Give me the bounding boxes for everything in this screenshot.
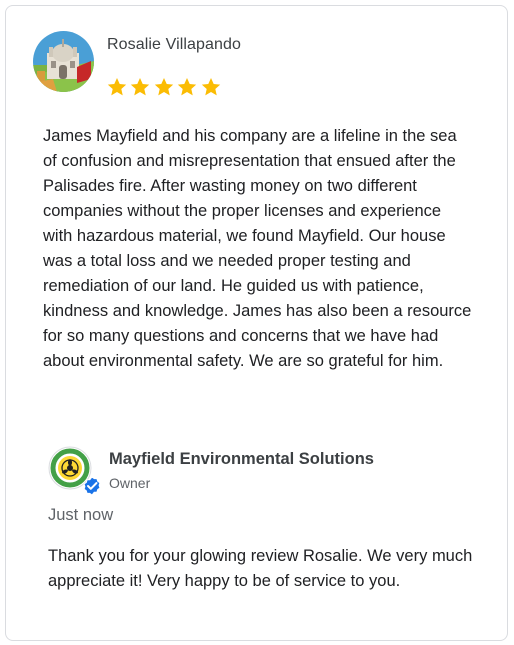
review-text: James Mayfield and his company are a lif… [43, 127, 472, 370]
reply-timestamp: Just now [48, 506, 114, 524]
owner-role-label: Owner [109, 475, 151, 491]
reviewer-avatar[interactable] [33, 31, 94, 92]
landmark-illustration-avatar [33, 31, 94, 92]
review-card: Rosalie Villapando James Mayfield and hi… [5, 5, 508, 641]
business-name[interactable]: Mayfield Environmental Solutions [109, 450, 374, 469]
star-rating [105, 75, 223, 103]
owner-reply-text: Thank you for your glowing review Rosali… [48, 547, 473, 590]
star-icon [199, 75, 223, 99]
star-icon [152, 75, 176, 99]
reviewer-name[interactable]: Rosalie Villapando [107, 36, 241, 54]
business-logo[interactable] [48, 446, 101, 496]
verified-check-icon [83, 476, 101, 496]
star-icon [105, 75, 129, 99]
star-icon [176, 75, 200, 99]
star-icon [129, 75, 153, 99]
